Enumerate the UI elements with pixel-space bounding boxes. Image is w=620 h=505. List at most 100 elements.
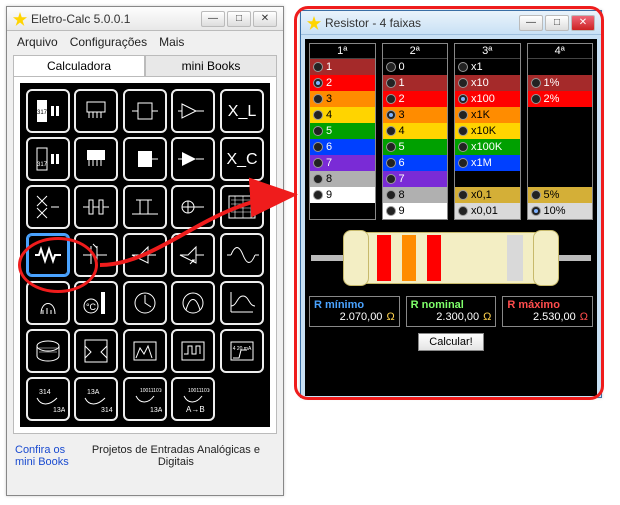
svg-text:13A: 13A <box>87 389 100 396</box>
band3-opt-0[interactable]: x1 <box>455 59 520 75</box>
tab-calculadora[interactable]: Calculadora <box>13 55 145 76</box>
band-column-4: 4ª1%2%5%10% <box>527 43 594 220</box>
radio-icon <box>313 110 323 120</box>
band3-opt-8[interactable]: x0,1 <box>455 187 520 203</box>
calc-tool-25[interactable] <box>26 329 70 373</box>
band2-opt-6[interactable]: 6 <box>383 155 448 171</box>
band2-opt-1[interactable]: 1 <box>383 75 448 91</box>
band3-opt-1[interactable]: x10 <box>455 75 520 91</box>
calc-tool-21[interactable]: °C <box>74 281 118 325</box>
calc-tool-13[interactable] <box>171 185 215 229</box>
calc-tool-30[interactable]: 31413A <box>26 377 70 421</box>
band3-opt-6[interactable]: x1M <box>455 155 520 171</box>
band2-opt-0[interactable]: 0 <box>383 59 448 75</box>
minimize-button[interactable]: — <box>201 11 225 27</box>
band-head-2: 2ª <box>383 44 448 59</box>
band2-opt-4[interactable]: 4 <box>383 123 448 139</box>
result-max: R máximo 2.530,00Ω <box>502 296 593 327</box>
tab-minibooks[interactable]: mini Books <box>145 55 277 76</box>
band1-opt-5[interactable]: 6 <box>310 139 375 155</box>
band3-opt-7 <box>455 171 520 187</box>
close-button[interactable]: ✕ <box>253 11 277 27</box>
svg-text:100111010: 100111010 <box>140 388 162 394</box>
calc-tool-2[interactable] <box>123 89 167 133</box>
calc-tool-29[interactable]: 4 20 mA <box>220 329 264 373</box>
resistor-title: Resistor - 4 faixas <box>325 16 519 30</box>
maximize-button[interactable]: □ <box>227 11 251 27</box>
resistor-minimize-button[interactable]: — <box>519 15 543 31</box>
calc-tool-27[interactable] <box>123 329 167 373</box>
svg-text:13A: 13A <box>53 407 65 414</box>
calc-tool-3[interactable] <box>171 89 215 133</box>
menu-configuracoes[interactable]: Configurações <box>70 35 147 49</box>
band-opt-label: 2 <box>326 77 372 89</box>
band-head-3: 3ª <box>455 44 520 59</box>
radio-icon <box>458 110 468 120</box>
radio-icon <box>458 126 468 136</box>
calc-tool-8[interactable] <box>171 137 215 181</box>
calc-tool-0[interactable]: 317 <box>26 89 70 133</box>
radio-icon <box>386 110 396 120</box>
calc-tool-6[interactable] <box>74 137 118 181</box>
band3-opt-2[interactable]: x100 <box>455 91 520 107</box>
band2-opt-7[interactable]: 7 <box>383 171 448 187</box>
band-opt-label: x100 <box>471 93 517 105</box>
band2-opt-2[interactable]: 2 <box>383 91 448 107</box>
tab-panel: 317X_L317X_C°C4 20 mA31413A13A3141001110… <box>13 76 277 434</box>
band1-opt-3[interactable]: 4 <box>310 107 375 123</box>
calc-tool-18[interactable] <box>171 233 215 277</box>
calc-tool-33[interactable]: 100111010A→B <box>171 377 215 421</box>
calc-tool-19[interactable] <box>220 233 264 277</box>
stripe-2 <box>402 235 416 281</box>
calc-tool-22[interactable] <box>123 281 167 325</box>
band2-opt-8[interactable]: 8 <box>383 187 448 203</box>
band2-opt-9[interactable]: 9 <box>383 203 448 219</box>
resistor-window: Resistor - 4 faixas — □ ✕ 1ª1234567892ª0… <box>300 10 602 398</box>
band4-opt-9[interactable]: 10% <box>528 203 593 219</box>
calc-tool-5[interactable]: 317 <box>26 137 70 181</box>
band1-opt-0[interactable]: 1 <box>310 59 375 75</box>
menu-mais[interactable]: Mais <box>159 35 184 49</box>
calc-tool-7[interactable] <box>123 137 167 181</box>
band3-opt-4[interactable]: x10K <box>455 123 520 139</box>
calc-tool-15[interactable] <box>26 233 70 277</box>
band1-opt-8[interactable]: 9 <box>310 187 375 203</box>
band2-opt-3[interactable]: 3 <box>383 107 448 123</box>
calc-tool-10[interactable] <box>26 185 70 229</box>
band3-opt-5[interactable]: x100K <box>455 139 520 155</box>
calc-tool-28[interactable] <box>171 329 215 373</box>
resistor-close-button[interactable]: ✕ <box>571 15 595 31</box>
band-opt-label: 9 <box>399 205 445 217</box>
calc-tool-32[interactable]: 10011101013A <box>123 377 167 421</box>
calc-tool-26[interactable] <box>74 329 118 373</box>
calc-tool-1[interactable] <box>74 89 118 133</box>
band4-opt-2[interactable]: 2% <box>528 91 593 107</box>
band-column-3: 3ªx1x10 x100 x1Kx10Kx100Kx1M x0,1x0,01 <box>454 43 521 220</box>
band4-opt-1[interactable]: 1% <box>528 75 593 91</box>
calc-tool-24[interactable] <box>220 281 264 325</box>
band1-opt-4[interactable]: 5 <box>310 123 375 139</box>
band3-opt-9[interactable]: x0,01 <box>455 203 520 219</box>
band1-opt-1[interactable]: 2 <box>310 75 375 91</box>
band2-opt-5[interactable]: 5 <box>383 139 448 155</box>
calc-tool-16[interactable] <box>74 233 118 277</box>
radio-icon <box>386 126 396 136</box>
band3-opt-3[interactable]: x1K <box>455 107 520 123</box>
calc-tool-9[interactable]: X_C <box>220 137 264 181</box>
band1-opt-6[interactable]: 7 <box>310 155 375 171</box>
footer-link[interactable]: Confira os mini Books <box>15 444 69 468</box>
calc-tool-14[interactable] <box>220 185 264 229</box>
calc-tool-23[interactable] <box>171 281 215 325</box>
calc-tool-17[interactable] <box>123 233 167 277</box>
resistor-maximize-button[interactable]: □ <box>545 15 569 31</box>
calc-tool-20[interactable] <box>26 281 70 325</box>
calc-tool-4[interactable]: X_L <box>220 89 264 133</box>
band1-opt-7[interactable]: 8 <box>310 171 375 187</box>
calc-tool-11[interactable] <box>74 185 118 229</box>
band4-opt-8[interactable]: 5% <box>528 187 593 203</box>
calculate-button[interactable]: Calcular! <box>418 333 483 351</box>
calc-tool-31[interactable]: 13A314 <box>74 377 118 421</box>
calc-tool-12[interactable] <box>123 185 167 229</box>
band1-opt-2[interactable]: 3 <box>310 91 375 107</box>
menu-arquivo[interactable]: Arquivo <box>17 35 58 49</box>
